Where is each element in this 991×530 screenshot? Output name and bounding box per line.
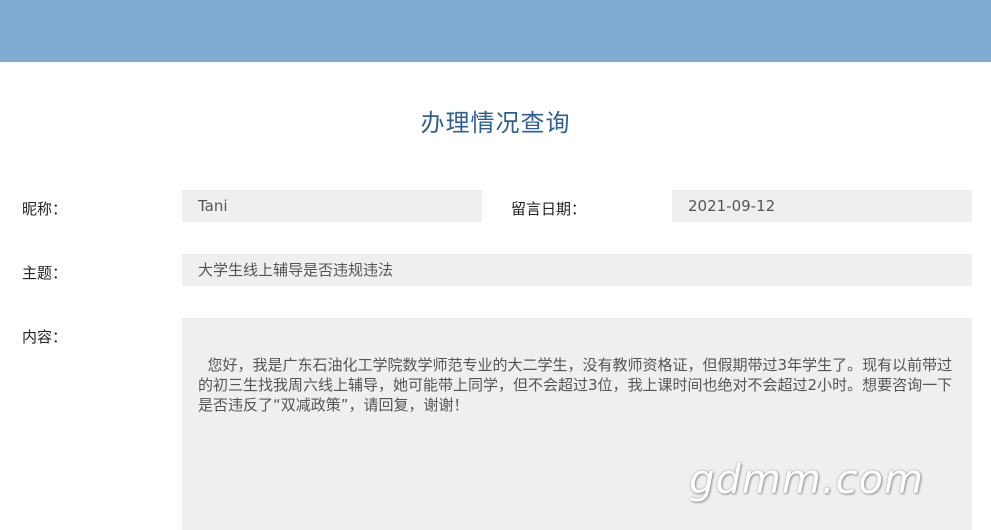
subject-label: 主题： xyxy=(22,264,68,282)
page-title: 办理情况查询 xyxy=(420,109,571,137)
date-label: 留言日期： xyxy=(511,200,587,218)
header-band xyxy=(0,0,991,62)
nickname-field[interactable]: Tani xyxy=(182,190,482,222)
watermark-logo: gdmm.com xyxy=(689,457,924,503)
content-label: 内容： xyxy=(22,328,68,346)
content-text: 您好，我是广东石油化工学院数学师范专业的大二学生，没有教师资格证，但假期带过3年… xyxy=(198,356,953,414)
subject-field[interactable]: 大学生线上辅导是否违规违法 xyxy=(182,254,972,286)
nickname-label: 昵称： xyxy=(22,200,68,218)
content-field[interactable]: 您好，我是广东石油化工学院数学师范专业的大二学生，没有教师资格证，但假期带过3年… xyxy=(182,318,972,530)
date-field[interactable]: 2021-09-12 xyxy=(672,190,972,222)
